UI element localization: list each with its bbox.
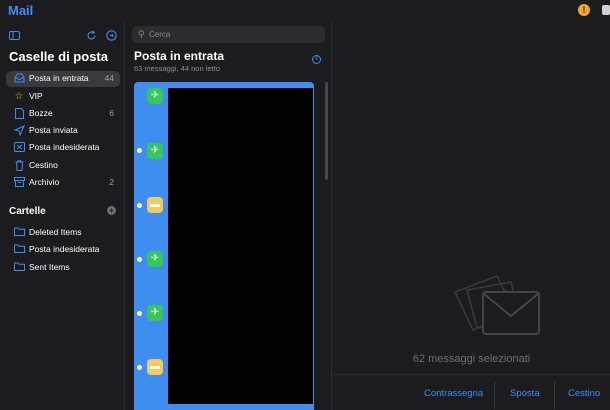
compose-icon[interactable] — [106, 30, 117, 41]
move-button[interactable]: Sposta — [510, 388, 540, 399]
folder-icon — [13, 244, 25, 256]
search-field[interactable]: ⚲ Cerca — [132, 26, 325, 43]
mailbox-label: Bozze — [29, 108, 53, 118]
flag-button[interactable]: Contrassegna — [424, 388, 483, 399]
sidebar: Caselle di posta Posta in entrata 44 ☆ V… — [0, 22, 125, 410]
unread-dot — [137, 203, 142, 208]
selected-messages[interactable]: ✈ ✈ ▬ ✈ ✈ ▬ — [134, 82, 314, 410]
junk-icon — [13, 142, 25, 154]
search-placeholder: Cerca — [149, 30, 171, 39]
folders-title: Cartelle — [9, 206, 46, 217]
mailbox-count: 6 — [109, 108, 114, 118]
unread-dot — [137, 365, 142, 370]
mailbox-label: Posta in entrata — [29, 73, 89, 83]
mailbox-label: Posta inviata — [29, 125, 78, 135]
inbox-icon — [13, 73, 25, 85]
filter-icon[interactable]: ≡ — [312, 55, 321, 64]
window-control-icon[interactable] — [602, 5, 610, 15]
action-bar: Contrassegna Sposta Cestino — [333, 374, 610, 410]
warning-icon[interactable]: ! — [578, 4, 590, 16]
transaction-category-icon: ▬ — [147, 197, 163, 213]
folder-icon — [13, 262, 25, 274]
mailbox-archive[interactable]: Archivio 2 — [6, 175, 120, 191]
sidebar-toggle-icon[interactable] — [9, 30, 20, 41]
mailbox-sent[interactable]: Posta inviata — [6, 123, 120, 139]
folder-sent-items[interactable]: Sent Items — [6, 260, 120, 276]
app-title: Mail — [8, 3, 34, 18]
folder-label: Posta indesiderata — [29, 244, 100, 254]
folder-junk[interactable]: Posta indesiderata — [6, 242, 120, 258]
mailbox-label: Posta indesiderata — [29, 142, 100, 152]
unread-dot — [137, 311, 142, 316]
mailbox-drafts[interactable]: Bozze 6 — [6, 106, 120, 122]
mailboxes-title: Caselle di posta — [9, 49, 108, 64]
unread-dot — [137, 148, 142, 153]
envelopes-icon — [453, 268, 545, 363]
refresh-icon[interactable] — [86, 30, 97, 41]
trash-icon — [13, 160, 25, 172]
separator — [494, 381, 495, 409]
add-folder-icon[interactable]: + — [107, 206, 116, 215]
selection-count-text: 62 messaggi selezionati — [412, 353, 531, 365]
paperplane-icon — [12, 125, 25, 137]
travel-category-icon: ✈ — [147, 305, 163, 321]
scrollbar[interactable] — [325, 82, 328, 180]
message-list-pane: ⚲ Cerca Posta in entrata 63 messaggi, 44… — [126, 22, 332, 410]
mailbox-trash[interactable]: Cestino — [6, 158, 120, 174]
mailbox-count: 2 — [109, 177, 114, 187]
mailbox-count: 44 — [104, 73, 114, 83]
mailbox-inbox[interactable]: Posta in entrata 44 — [6, 71, 120, 87]
redacted-message-content — [168, 88, 313, 404]
detail-pane: 62 messaggi selezionati Contrassegna Spo… — [333, 22, 610, 410]
folder-icon — [13, 227, 25, 239]
travel-category-icon: ✈ — [147, 143, 163, 159]
list-title: Posta in entrata — [134, 49, 225, 63]
mailbox-label: Cestino — [29, 160, 58, 170]
search-icon: ⚲ — [138, 29, 145, 39]
transaction-category-icon: ▬ — [147, 359, 163, 375]
separator — [554, 381, 555, 409]
mailbox-vip[interactable]: ☆ VIP — [6, 89, 120, 105]
travel-category-icon: ✈ — [147, 88, 163, 104]
folder-label: Sent Items — [29, 262, 70, 272]
travel-category-icon: ✈ — [147, 251, 163, 267]
mailbox-label: Archivio — [29, 177, 60, 187]
star-icon: ☆ — [14, 91, 24, 102]
mailbox-junk[interactable]: Posta indesiderata — [6, 140, 120, 156]
folder-deleted-items[interactable]: Deleted Items — [6, 225, 120, 241]
folder-label: Deleted Items — [29, 227, 82, 237]
archive-icon — [13, 177, 25, 189]
list-subtitle: 63 messaggi, 44 non letto — [134, 64, 220, 73]
trash-button[interactable]: Cestino — [568, 388, 600, 399]
unread-dot — [137, 257, 142, 262]
top-bar: Mail ! — [0, 0, 610, 22]
mailbox-label: VIP — [29, 91, 43, 101]
draft-icon — [13, 108, 25, 120]
